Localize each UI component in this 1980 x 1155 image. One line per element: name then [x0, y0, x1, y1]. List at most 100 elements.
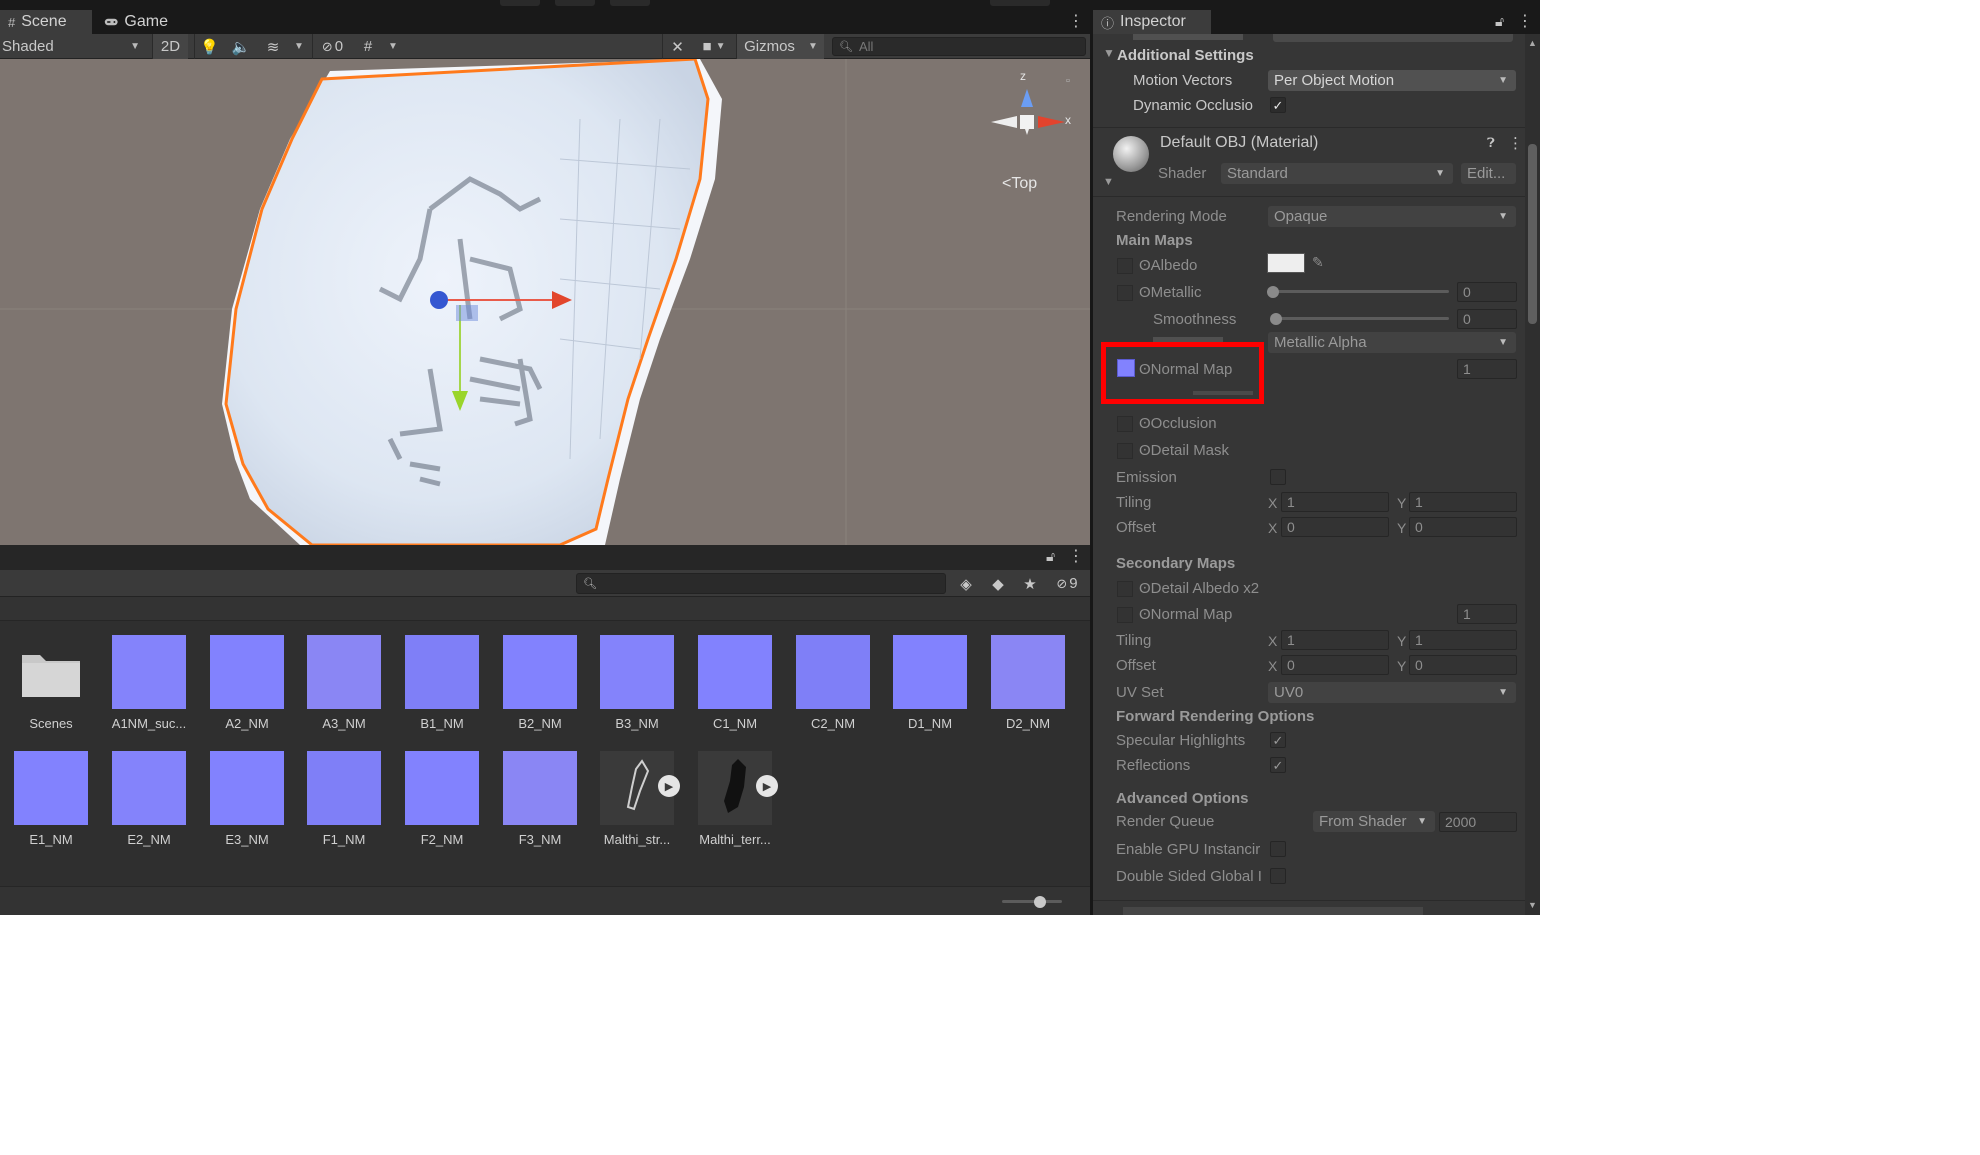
asset-normal-map[interactable]: C1_NM	[690, 621, 780, 731]
favorites-button[interactable]: ★	[1016, 570, 1044, 597]
secondary-offset-y-field[interactable]: 0	[1409, 655, 1517, 675]
project-search-input[interactable]: 🔍︎	[576, 573, 946, 594]
z-axis-handle[interactable]	[430, 291, 448, 309]
albedo-color-swatch[interactable]	[1267, 253, 1305, 273]
tiling-y-field[interactable]: 1	[1409, 492, 1517, 512]
asset-model[interactable]: ▶ Malthi_terr...	[690, 737, 780, 847]
hidden-objects-toggle[interactable]: ⊘ 0	[312, 34, 352, 59]
hidden-packages-toggle[interactable]: ⊘ 9	[1048, 570, 1086, 597]
filter-by-type-button[interactable]: ◈	[952, 570, 980, 597]
additional-settings-header[interactable]: Additional Settings	[1117, 47, 1254, 64]
play-icon[interactable]: ▶	[658, 775, 680, 797]
camera-settings-button[interactable]: ■ ▼	[694, 34, 734, 59]
top-strip-tab[interactable]	[500, 0, 540, 6]
occlusion-label[interactable]: ʘOcclusion	[1139, 415, 1217, 432]
asset-normal-map[interactable]: C2_NM	[788, 621, 878, 731]
lighting-toggle-button[interactable]: 💡	[194, 34, 224, 59]
shader-edit-button[interactable]: Edit...	[1461, 163, 1516, 184]
tab-scene[interactable]: # Scene	[0, 10, 92, 34]
filter-by-label-button[interactable]: ◆	[984, 570, 1012, 597]
asset-normal-map[interactable]: E2_NM	[104, 737, 194, 847]
inspector-menu-kebab-icon[interactable]: ⋮	[1517, 14, 1533, 30]
top-strip-tab[interactable]	[610, 0, 650, 6]
detail-mask-texture-slot[interactable]	[1117, 443, 1133, 459]
lock-icon[interactable]: 🔓︎	[1495, 14, 1504, 28]
gpu-instancing-checkbox[interactable]	[1270, 841, 1286, 857]
scroll-down-icon[interactable]: ▼	[1528, 900, 1537, 910]
secondary-normal-scale-field[interactable]: 1	[1457, 604, 1517, 624]
audio-toggle-button[interactable]: 🔈	[226, 34, 256, 59]
offset-y-field[interactable]: 0	[1409, 517, 1517, 537]
secondary-normal-map-label[interactable]: ʘNormal Map	[1139, 606, 1232, 623]
metallic-slider-knob[interactable]	[1267, 286, 1279, 298]
effects-dropdown[interactable]: ▼	[290, 34, 308, 59]
grid-dropdown[interactable]: ▼	[384, 34, 402, 59]
asset-normal-map[interactable]: D2_NM	[983, 621, 1073, 731]
asset-normal-map[interactable]: F2_NM	[397, 737, 487, 847]
anchor-override-field[interactable]	[1273, 34, 1513, 42]
expand-caret-icon[interactable]: ▼	[1103, 176, 1114, 188]
expand-caret-icon[interactable]: ▼	[1103, 46, 1115, 60]
smoothness-value-field[interactable]: 0	[1457, 309, 1517, 329]
dynamic-occlusion-checkbox[interactable]: ✓	[1270, 97, 1286, 113]
tiling-x-field[interactable]: 1	[1281, 492, 1389, 512]
reflections-checkbox[interactable]: ✓	[1270, 757, 1286, 773]
material-menu-kebab-icon[interactable]: ⋮	[1508, 134, 1523, 152]
grid-toggle-button[interactable]: #	[354, 34, 382, 59]
offset-x-field[interactable]: 0	[1281, 517, 1389, 537]
thumbnail-size-slider[interactable]	[1002, 900, 1062, 903]
scrollbar-thumb[interactable]	[1528, 144, 1537, 324]
toggle-2d-button[interactable]: 2D	[152, 34, 188, 59]
scene-viewport[interactable]: z x ▫ <Top	[0, 59, 1090, 545]
lock-icon[interactable]: ▫	[1066, 75, 1070, 87]
motion-vectors-dropdown[interactable]: Per Object Motion ▼	[1268, 70, 1516, 91]
play-icon[interactable]: ▶	[756, 775, 778, 797]
gizmos-button[interactable]: Gizmos	[736, 34, 802, 59]
asset-normal-map[interactable]: E3_NM	[202, 737, 292, 847]
tools-button[interactable]: ✕	[662, 34, 692, 59]
asset-folder[interactable]: Scenes	[6, 621, 96, 731]
specular-highlights-checkbox[interactable]: ✓	[1270, 732, 1286, 748]
asset-normal-map[interactable]: B3_NM	[592, 621, 682, 731]
secondary-tiling-y-field[interactable]: 1	[1409, 630, 1517, 650]
smoothness-slider[interactable]	[1277, 317, 1449, 320]
asset-normal-map[interactable]: E1_NM	[6, 737, 96, 847]
occlusion-texture-slot[interactable]	[1117, 416, 1133, 432]
smoothness-slider-knob[interactable]	[1270, 313, 1282, 325]
asset-model[interactable]: ▶ Malthi_str...	[592, 737, 682, 847]
orientation-gizmo[interactable]	[991, 89, 1065, 135]
help-icon[interactable]: ❓︎	[1487, 135, 1495, 151]
asset-normal-map[interactable]: A3_NM	[299, 621, 389, 731]
project-menu-kebab-icon[interactable]: ⋮	[1068, 549, 1084, 565]
metallic-label[interactable]: ʘMetallic	[1139, 284, 1202, 301]
lock-icon[interactable]: 🔓︎	[1046, 549, 1055, 563]
render-queue-value-field[interactable]: 2000	[1439, 812, 1517, 832]
render-queue-dropdown[interactable]: From Shader ▼	[1313, 811, 1435, 832]
eyedropper-icon[interactable]: ✎	[1312, 254, 1324, 271]
gizmos-dropdown[interactable]: ▼	[802, 34, 824, 59]
metallic-value-field[interactable]: 0	[1457, 282, 1517, 302]
secondary-normal-map-slot[interactable]	[1117, 607, 1133, 623]
plane-handle[interactable]	[456, 305, 478, 321]
asset-normal-map[interactable]: D1_NM	[885, 621, 975, 731]
thumbnail-size-slider-knob[interactable]	[1034, 896, 1046, 908]
asset-normal-map[interactable]: B2_NM	[495, 621, 585, 731]
draw-mode-dropdown[interactable]: Shaded ▼	[0, 34, 146, 59]
asset-normal-map[interactable]: A2_NM	[202, 621, 292, 731]
metallic-texture-slot[interactable]	[1117, 285, 1133, 301]
shader-dropdown[interactable]: Standard ▼	[1221, 163, 1453, 184]
scene-menu-kebab-icon[interactable]: ⋮	[1068, 14, 1084, 30]
albedo-texture-slot[interactable]	[1117, 258, 1133, 274]
asset-normal-map[interactable]: F1_NM	[299, 737, 389, 847]
emission-checkbox[interactable]	[1270, 469, 1286, 485]
detail-mask-label[interactable]: ʘDetail Mask	[1139, 442, 1229, 459]
secondary-tiling-x-field[interactable]: 1	[1281, 630, 1389, 650]
asset-normal-map[interactable]: A1NM_suc...	[104, 621, 194, 731]
normal-map-scale-field[interactable]: 1	[1457, 359, 1517, 379]
inspector-scrollbar[interactable]: ▲ ▼	[1525, 34, 1540, 915]
top-strip-tab[interactable]	[990, 0, 1050, 6]
metallic-slider[interactable]	[1273, 290, 1449, 293]
albedo-label[interactable]: ʘAlbedo	[1139, 257, 1197, 274]
double-sided-gi-checkbox[interactable]	[1270, 868, 1286, 884]
rendering-mode-dropdown[interactable]: Opaque ▼	[1268, 206, 1516, 227]
